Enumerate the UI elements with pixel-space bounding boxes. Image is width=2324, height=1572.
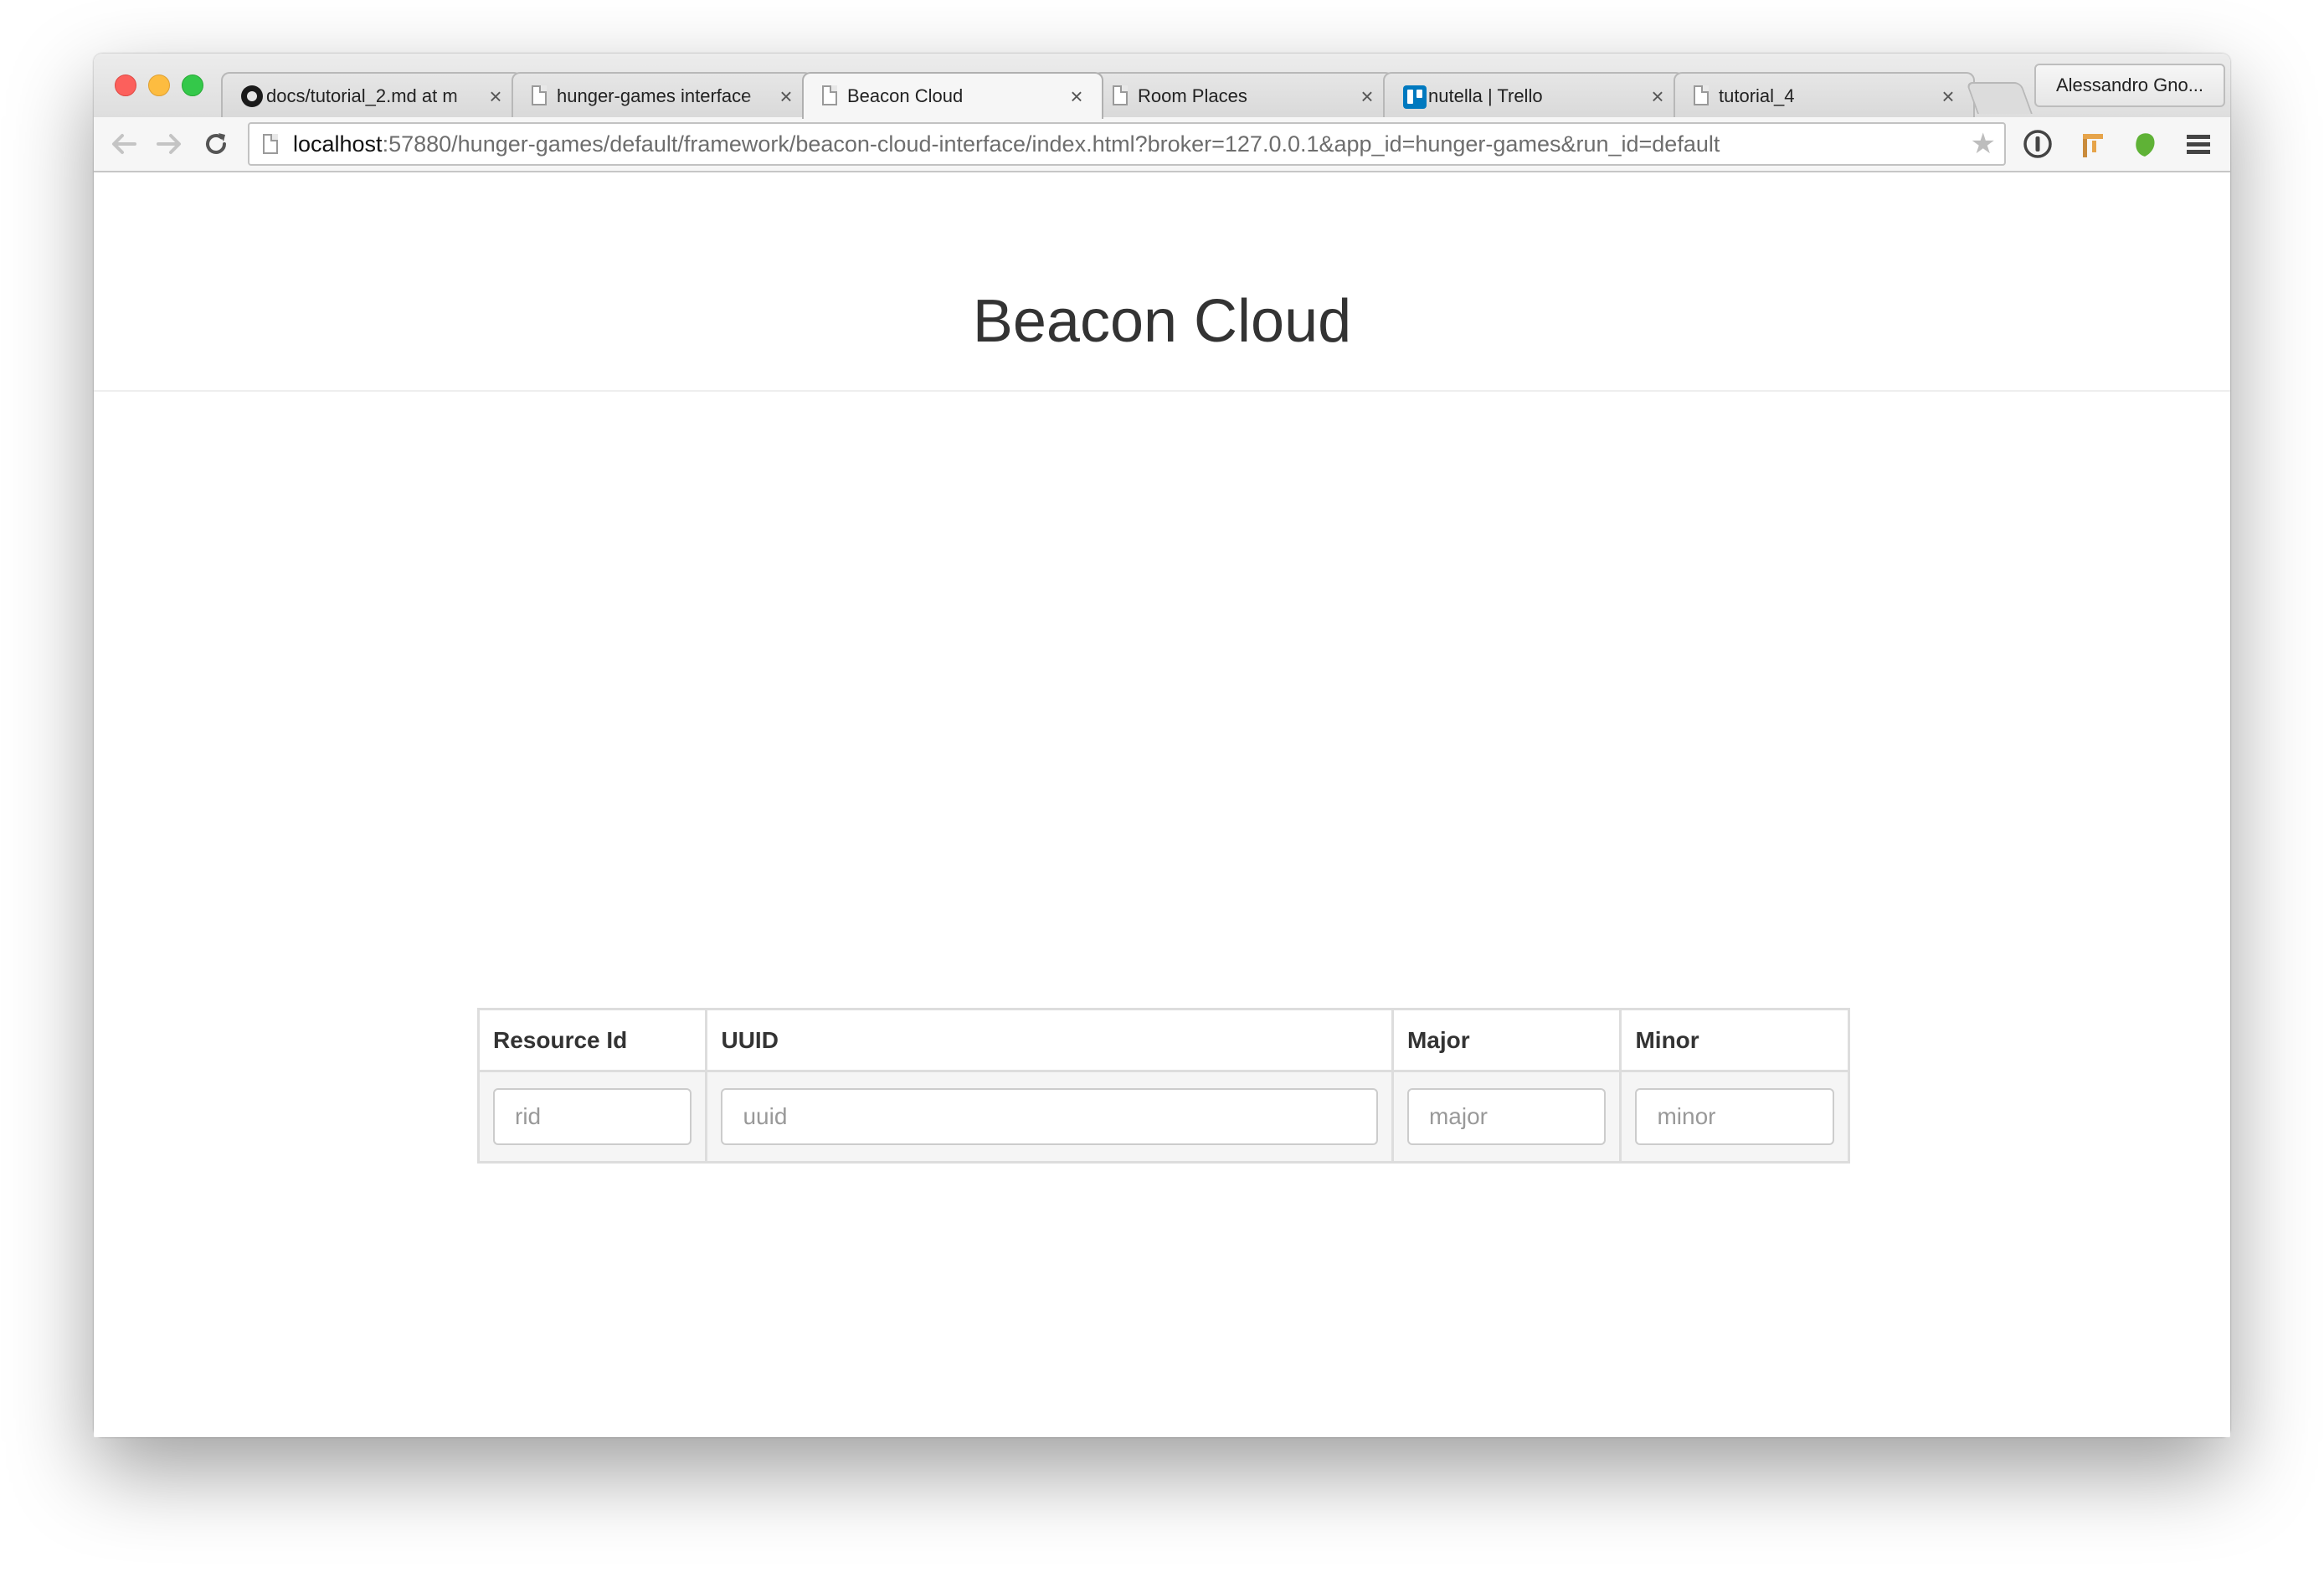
page-content: Beacon Cloud Resource Id UUID Major Mino… (94, 172, 2230, 1437)
onepassword-icon (2023, 130, 2052, 158)
major-cell (1391, 1070, 1622, 1164)
url-host: localhost (293, 131, 383, 157)
tab-title: nutella | Trello (1428, 85, 1543, 106)
minor-cell (1619, 1070, 1850, 1164)
rid-input[interactable] (493, 1088, 692, 1145)
address-bar[interactable]: localhost:57880/hunger-games/default/fra… (248, 122, 2006, 166)
reload-icon (206, 133, 226, 154)
new-tab-button[interactable] (1966, 82, 2033, 114)
tab-hunger-games-interface[interactable]: hunger-games interface × (512, 72, 813, 117)
tab-close-icon[interactable]: × (1938, 84, 1958, 109)
tab-close-icon[interactable]: × (776, 84, 796, 109)
reload-button[interactable] (199, 127, 233, 161)
uuid-cell (705, 1070, 1394, 1164)
menu-button[interactable] (2182, 127, 2215, 161)
back-arrow-icon (112, 134, 136, 154)
browser-toolbar: localhost:57880/hunger-games/default/fra… (94, 117, 2230, 172)
close-window-button[interactable] (115, 74, 136, 96)
minor-input[interactable] (1635, 1088, 1834, 1145)
tab-tutorial-4[interactable]: tutorial_4 × (1674, 72, 1975, 117)
page-icon (263, 134, 278, 154)
tab-room-places[interactable]: Room Places × (1093, 72, 1394, 117)
profile-button[interactable]: Alessandro Gno... (2034, 64, 2225, 107)
title-bar: docs/tutorial_2.md at m × hunger-games i… (94, 54, 2230, 119)
tab-title: tutorial_4 (1719, 85, 1795, 106)
page-header: Beacon Cloud (94, 172, 2230, 392)
uuid-input[interactable] (721, 1088, 1378, 1145)
page-icon (532, 85, 550, 107)
minimize-window-button[interactable] (148, 74, 170, 96)
rid-cell (476, 1070, 708, 1164)
tab-close-icon[interactable]: × (486, 84, 506, 109)
tab-nutella-trello[interactable]: nutella | Trello × (1383, 72, 1684, 117)
tab-title: Beacon Cloud (847, 85, 964, 106)
tab-close-icon[interactable]: × (1648, 84, 1668, 109)
tab-close-icon[interactable]: × (1067, 84, 1087, 109)
uuid-header: UUID (705, 1008, 1394, 1072)
tab-title: hunger-games interface (557, 85, 752, 106)
evernote-icon (2136, 133, 2155, 157)
evernote-extension-button[interactable] (2128, 127, 2162, 161)
page-icon (1113, 85, 1131, 107)
signpost-icon (2083, 134, 2103, 157)
trello-icon (1403, 85, 1427, 109)
table-row (476, 1070, 1850, 1164)
major-header: Major (1391, 1008, 1622, 1072)
url-text[interactable]: localhost:57880/hunger-games/default/fra… (293, 124, 1720, 164)
tab-github-docs[interactable]: docs/tutorial_2.md at m × (221, 72, 522, 117)
back-button[interactable] (107, 127, 141, 161)
onepassword-extension-button[interactable] (2021, 127, 2054, 161)
page-icon (1694, 85, 1712, 107)
forward-button[interactable] (152, 127, 186, 161)
bookmark-star-icon[interactable]: ★ (1971, 129, 1996, 159)
browser-window: docs/tutorial_2.md at m × hunger-games i… (94, 54, 2230, 1437)
major-input[interactable] (1406, 1088, 1607, 1145)
forward-arrow-icon (157, 134, 181, 154)
signpost-extension-button[interactable] (2075, 127, 2108, 161)
tab-title: Room Places (1138, 85, 1247, 106)
minor-header: Minor (1619, 1008, 1850, 1072)
tab-beacon-cloud[interactable]: Beacon Cloud × (802, 72, 1103, 119)
table-header-row: Resource Id UUID Major Minor (476, 1008, 1850, 1072)
resource-id-header: Resource Id (476, 1008, 708, 1072)
github-icon (241, 85, 263, 107)
tab-close-icon[interactable]: × (1357, 84, 1377, 109)
beacon-table: Resource Id UUID Major Minor (476, 1008, 1850, 1164)
page-icon (822, 85, 841, 107)
tab-title: docs/tutorial_2.md at m (266, 85, 458, 106)
page-title: Beacon Cloud (972, 288, 1352, 355)
hamburger-menu-icon (2187, 135, 2210, 154)
zoom-window-button[interactable] (182, 74, 203, 96)
url-path: :57880/hunger-games/default/framework/be… (382, 131, 1720, 157)
